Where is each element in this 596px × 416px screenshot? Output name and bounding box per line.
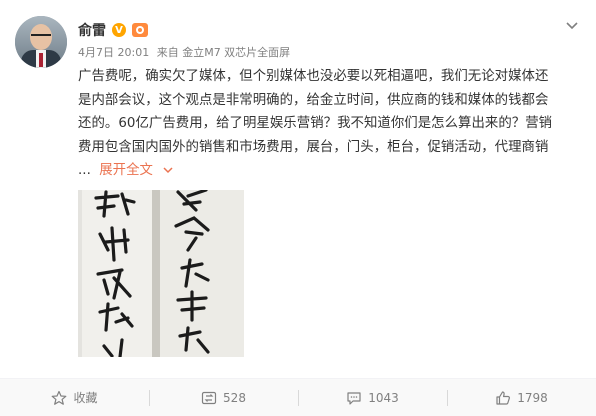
comment-button[interactable]: 1043 <box>298 379 447 416</box>
star-icon <box>52 390 67 405</box>
repost-button[interactable]: 528 <box>149 379 298 416</box>
post-menu-chevron-icon[interactable] <box>564 18 580 34</box>
user-name[interactable]: 俞雷 <box>78 20 106 40</box>
expand-row: ... 展开全文 <box>78 159 583 183</box>
post-meta: 4月7日 20:01 来自 金立M7 双芯片全面屏 <box>78 44 294 60</box>
post-text-line: 还的。60亿广告费用，给了明星娱乐营销？我不知道你们是怎么算出来的？营销 <box>78 116 553 131</box>
calligraphy-strokes <box>94 190 210 357</box>
expand-full-text-link[interactable]: 展开全文 <box>99 163 153 178</box>
like-button[interactable]: 1798 <box>447 379 596 416</box>
favorite-button[interactable]: 收藏 <box>0 379 149 416</box>
post-text-line: 费用包含国内国外的销售和市场费用，展台，门头，柜台，促销活动，代理商销 <box>78 139 549 155</box>
user-header: 俞雷 V <box>78 20 148 40</box>
post-source[interactable]: 来自 金立M7 双芯片全面屏 <box>157 46 290 59</box>
comment-icon <box>347 391 361 405</box>
verified-badge-icon[interactable]: V <box>112 23 126 37</box>
thumbs-up-icon <box>496 390 511 405</box>
avatar[interactable] <box>15 16 67 68</box>
weibo-post-card: 俞雷 V 4月7日 20:01 来自 金立M7 双芯片全面屏 广告费呢，确实欠了… <box>0 0 596 416</box>
level-badge-icon[interactable] <box>132 23 148 37</box>
post-text: 广告费呢，确实欠了媒体，但个别媒体也没必要以死相逼吧，我们无论对媒体还 是内部会… <box>78 65 583 183</box>
post-image[interactable] <box>78 190 244 357</box>
post-text-line: 是内部会议，这个观点是非常明确的，给金立时间，供应商的钱和媒体的钱都会 <box>78 92 549 108</box>
repost-icon <box>201 391 217 404</box>
like-count: 1798 <box>517 390 548 405</box>
post-text-line: 广告费呢，确实欠了媒体，但个别媒体也没必要以死相逼吧，我们无论对媒体还 <box>78 69 549 84</box>
post-action-bar: 收藏 528 1043 1798 <box>0 378 596 416</box>
ellipsis: ... <box>78 163 91 178</box>
comment-count: 1043 <box>368 390 399 405</box>
repost-count: 528 <box>223 390 246 405</box>
post-timestamp[interactable]: 4月7日 20:01 <box>78 46 149 59</box>
chevron-down-icon[interactable] <box>163 163 173 178</box>
favorite-label: 收藏 <box>73 391 98 405</box>
